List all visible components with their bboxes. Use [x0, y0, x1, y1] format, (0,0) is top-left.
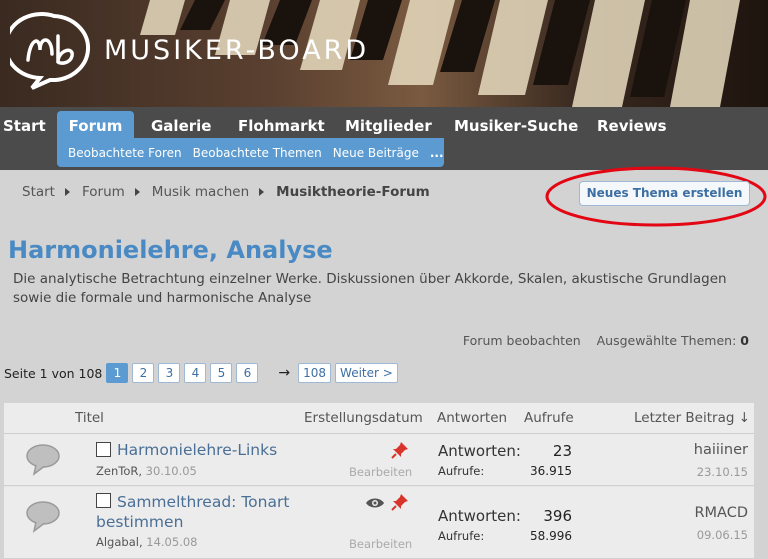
selected-threads-count: 0	[740, 333, 749, 348]
thread-edit-link[interactable]: Bearbeiten	[349, 537, 412, 551]
replies-label: Antworten:	[438, 442, 521, 460]
breadcrumb-start[interactable]: Start	[22, 184, 55, 200]
nav-tab-reviews[interactable]: Reviews	[580, 111, 670, 141]
subnav-new-posts[interactable]: Neue Beiträge	[333, 146, 419, 160]
thread-edit-link[interactable]: Bearbeiten	[349, 465, 412, 479]
col-views[interactable]: Aufrufe	[524, 410, 574, 426]
thread-date: 30.10.05	[145, 464, 197, 478]
watched-eye-icon	[366, 498, 384, 508]
page-last-button[interactable]: 108	[298, 363, 332, 383]
page-1-button[interactable]: 1	[106, 363, 129, 383]
thread-chat-icon	[26, 444, 60, 476]
breadcrumb-current[interactable]: Musiktheorie-Forum	[276, 184, 430, 200]
thread-title-link[interactable]: Harmonielehre-Links	[117, 441, 277, 459]
nav-tab-mitglieder[interactable]: Mitglieder	[328, 111, 437, 141]
subnav-watched-threads[interactable]: Beobachtete Themen	[193, 146, 322, 160]
breadcrumb-separator-icon	[64, 188, 70, 196]
logo-mb-icon	[10, 12, 91, 90]
breadcrumb-musik-machen[interactable]: Musik machen	[152, 184, 249, 200]
breadcrumb-forum[interactable]: Forum	[82, 184, 125, 200]
views-count: 36.915	[530, 464, 572, 478]
nav-tab-flohmarkt[interactable]: Flohmarkt	[221, 111, 328, 141]
col-title[interactable]: Titel	[75, 410, 104, 426]
thread-meta: Algabal, 14.05.08	[96, 535, 197, 549]
last-post-date[interactable]: 23.10.15	[648, 465, 748, 479]
thread-title-link[interactable]: Sammelthread: Tonart bestimmen	[96, 492, 296, 532]
replies-count: 396	[543, 507, 572, 525]
views-label: Aufrufe:	[438, 529, 485, 543]
thread-select-checkbox[interactable]	[96, 442, 111, 457]
subnav-watched-forums[interactable]: Beobachtete Foren	[68, 146, 182, 160]
next-page-button[interactable]: Weiter >	[335, 363, 398, 383]
table-header: Titel Erstellungsdatum Antworten Aufrufe…	[4, 403, 754, 434]
subnav-more[interactable]: ...	[430, 146, 444, 160]
last-post-user[interactable]: RMACD	[648, 505, 748, 521]
page-3-button[interactable]: 3	[158, 363, 181, 383]
views-count: 58.996	[530, 529, 572, 543]
page-title: Harmonielehre, Analyse	[8, 236, 333, 264]
col-replies[interactable]: Antworten	[437, 410, 507, 426]
site-logo[interactable]: MUSIKER-BOARD	[10, 10, 369, 90]
header-banner: MUSIKER-BOARD	[0, 0, 768, 107]
breadcrumb-separator-icon	[259, 188, 265, 196]
table-row[interactable]: Harmonielehre-Links ZenToR, 30.10.05 Bea…	[4, 434, 754, 486]
thread-meta: ZenToR, 30.10.05	[96, 464, 197, 478]
nav-tab-start[interactable]: Start	[0, 111, 57, 141]
replies-label: Antworten:	[438, 507, 521, 525]
page-2-button[interactable]: 2	[132, 363, 155, 383]
selected-threads-label[interactable]: Ausgewählte Themen:	[597, 333, 737, 348]
replies-count: 23	[552, 442, 572, 460]
watch-forum-link[interactable]: Forum beobachten	[463, 333, 581, 348]
pin-icon	[391, 494, 408, 511]
thread-table: Titel Erstellungsdatum Antworten Aufrufe…	[4, 403, 754, 559]
forum-subnav: Beobachtete Foren Beobachtete Themen Neu…	[57, 138, 444, 167]
thread-author[interactable]: Algabal,	[96, 535, 143, 549]
thread-date: 14.05.08	[146, 535, 198, 549]
pagination: Seite 1 von 108 1 2 3 4 5 6 → 108 Weiter…	[4, 363, 398, 383]
page-5-button[interactable]: 5	[210, 363, 233, 383]
new-thread-button[interactable]: Neues Thema erstellen	[579, 181, 750, 206]
page-info: Seite 1 von 108	[4, 365, 103, 381]
views-label: Aufrufe:	[438, 464, 485, 478]
thread-author[interactable]: ZenToR,	[96, 464, 142, 478]
page-skip-arrow: →	[278, 365, 291, 381]
page-6-button[interactable]: 6	[236, 363, 259, 383]
nav-tab-forum[interactable]: Forum	[57, 111, 134, 141]
nav-tab-musiker-suche[interactable]: Musiker-Suche	[437, 111, 580, 141]
breadcrumb: Start Forum Musik machen Musiktheorie-Fo…	[22, 184, 430, 200]
breadcrumb-separator-icon	[134, 188, 140, 196]
logo-text: MUSIKER-BOARD	[104, 34, 370, 66]
pin-icon	[391, 442, 408, 459]
forum-description: Die analytische Betrachtung einzelner We…	[13, 271, 727, 306]
col-last-post[interactable]: Letzter Beitrag ↓	[634, 410, 750, 426]
thread-chat-icon	[26, 501, 60, 533]
nav-tab-galerie[interactable]: Galerie	[134, 111, 221, 141]
main-navbar: Start Forum Galerie Flohmarkt Mitglieder…	[0, 107, 768, 170]
last-post-user[interactable]: haiiiner	[648, 442, 748, 458]
col-created[interactable]: Erstellungsdatum	[304, 410, 423, 426]
forum-tools: Forum beobachten Ausgewählte Themen: 0	[463, 333, 749, 348]
table-row[interactable]: Sammelthread: Tonart bestimmen Algabal, …	[4, 487, 754, 559]
last-post-date[interactable]: 09.06.15	[648, 528, 748, 542]
page-4-button[interactable]: 4	[184, 363, 207, 383]
